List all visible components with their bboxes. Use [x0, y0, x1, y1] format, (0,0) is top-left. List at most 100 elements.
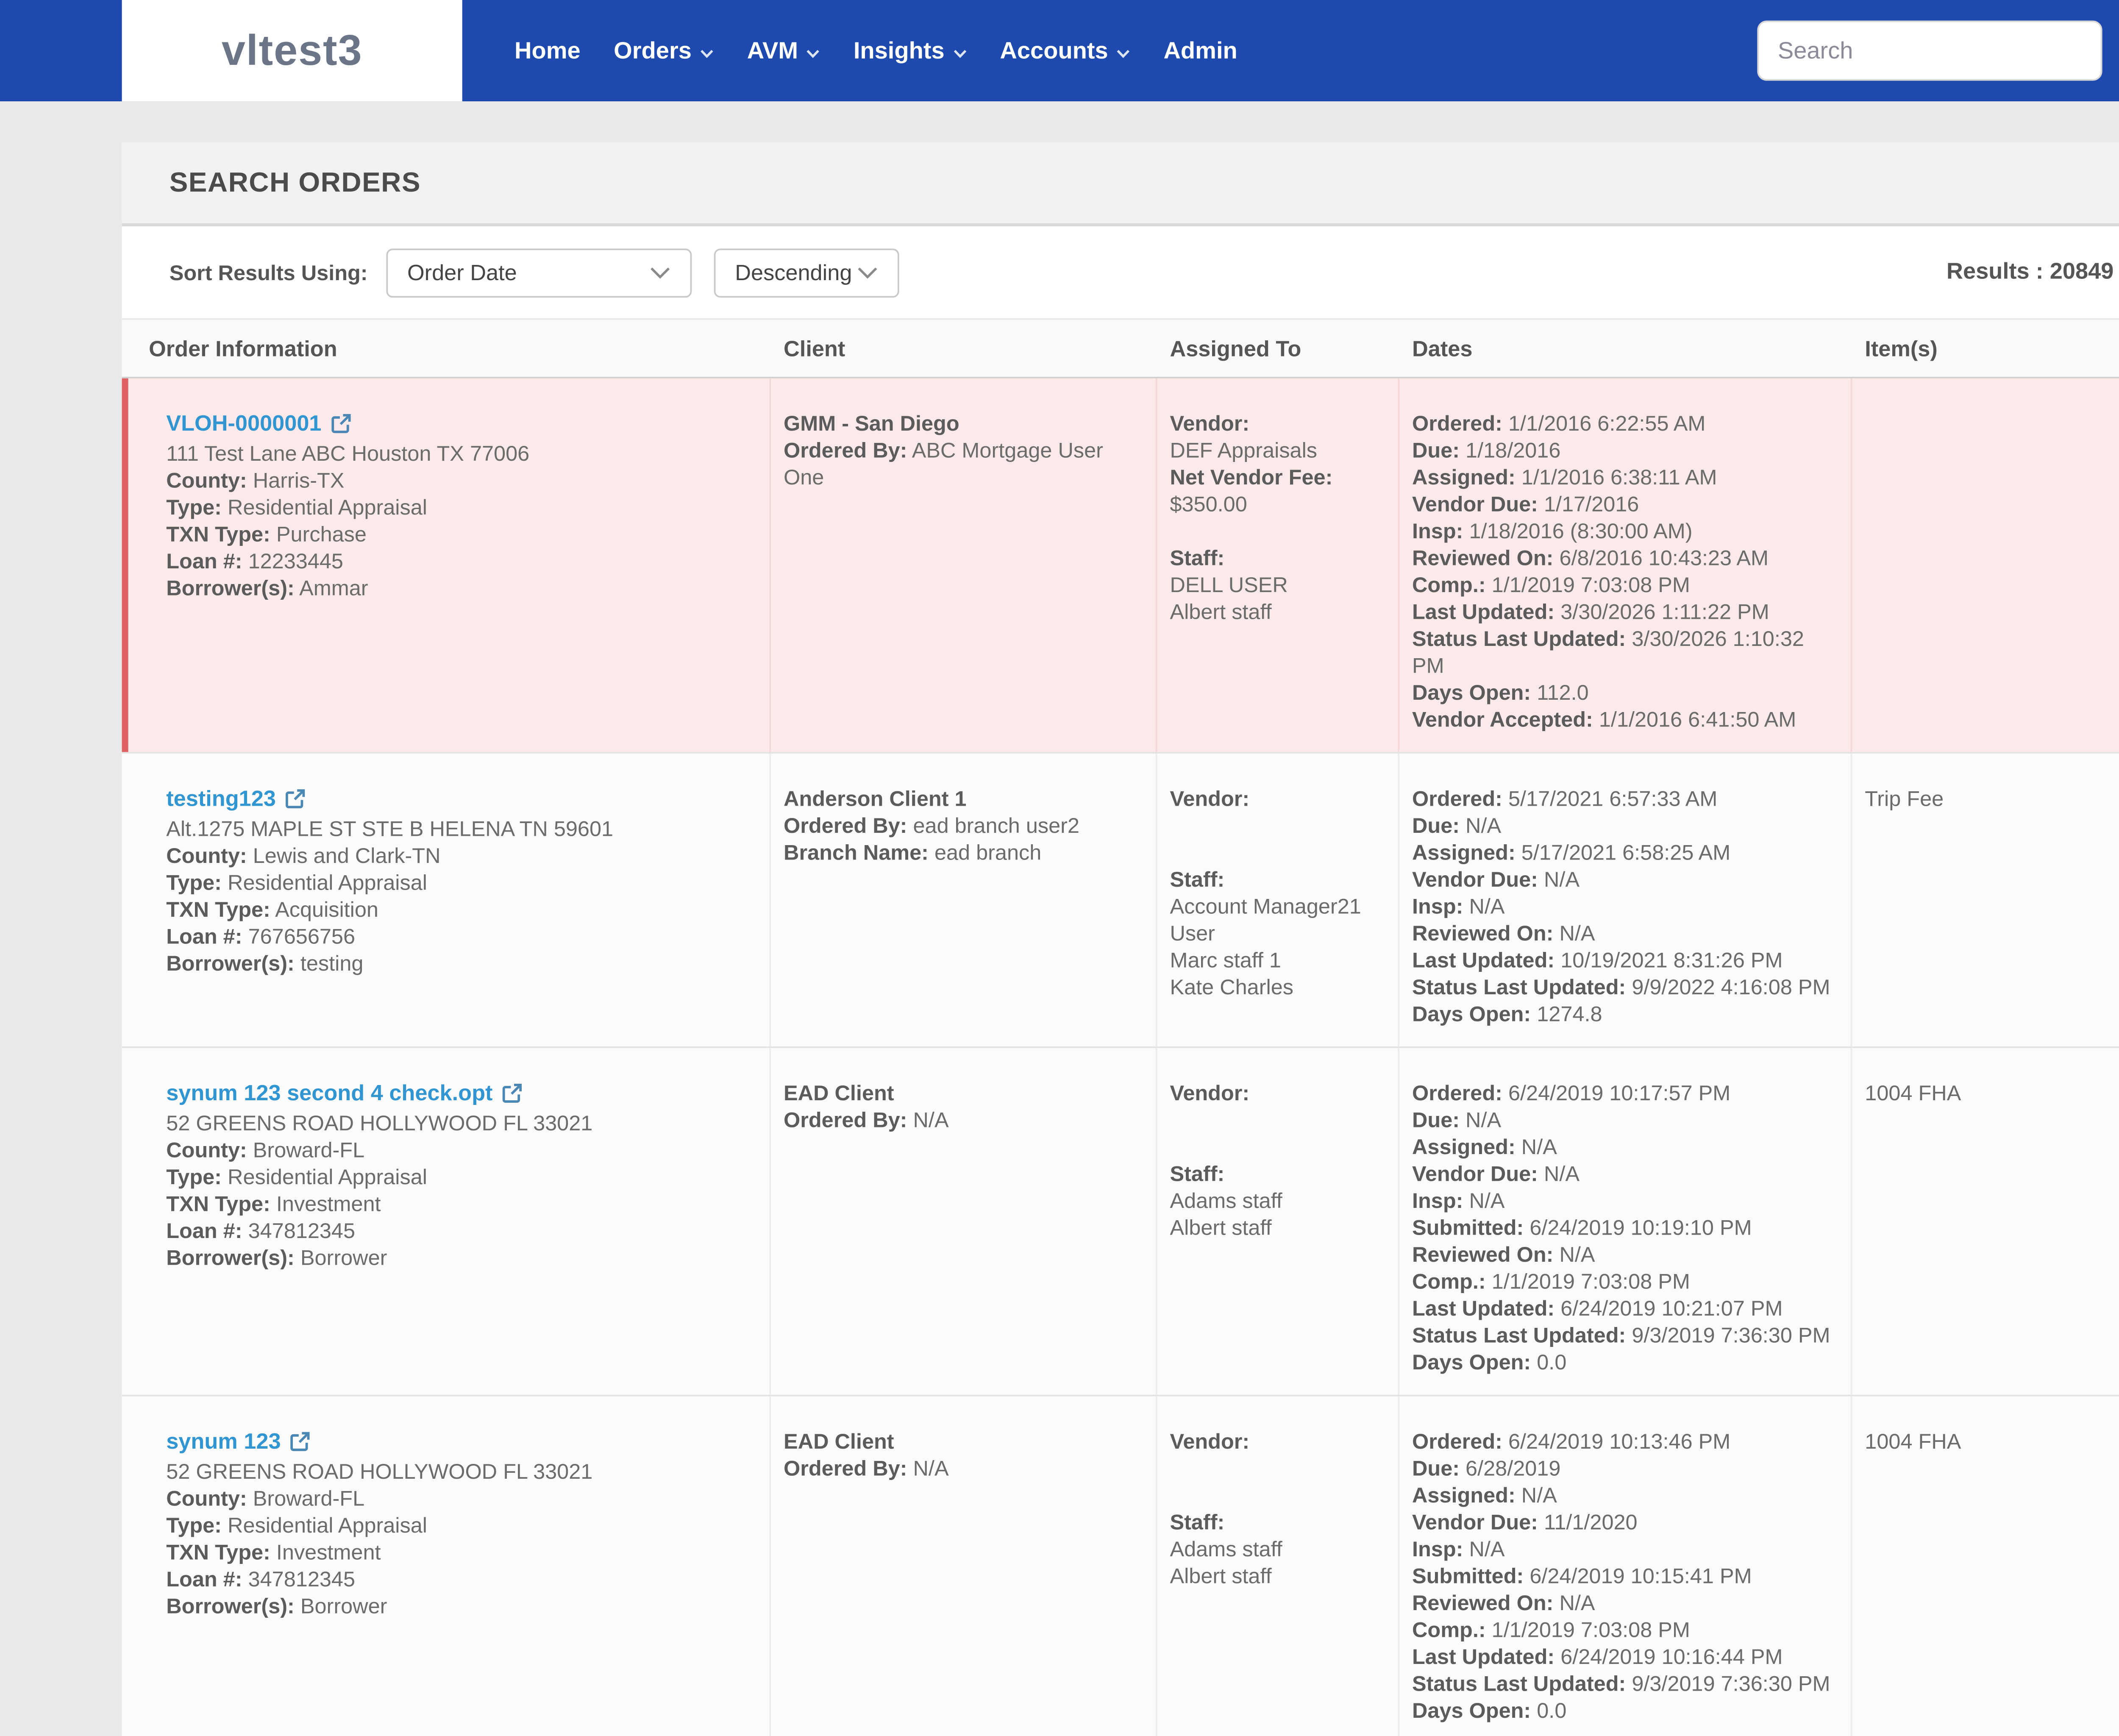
column-header-items: Item(s) [1865, 335, 1938, 361]
nav-item-insights[interactable]: Insights [854, 37, 967, 64]
field-label: Status Last Updated: [1412, 627, 1626, 651]
detail-line: Loan #: 767656756 [166, 924, 356, 949]
external-link-icon[interactable] [285, 788, 306, 815]
sort-controls-row: Sort Results Using: Order Date Descendin… [122, 226, 2119, 318]
external-link-icon[interactable] [290, 1431, 311, 1458]
detail-line: Days Open: 1274.8 [1412, 1002, 1602, 1026]
field-label: County: [166, 468, 247, 492]
nav-item-label: Insights [853, 37, 945, 64]
field-label: Insp: [1412, 519, 1463, 543]
detail-line: TXN Type: Acquisition [166, 897, 378, 922]
detail-line: Last Updated: 6/24/2019 10:21:07 PM [1412, 1296, 1783, 1321]
detail-line: Vendor Due: N/A [1412, 1162, 1580, 1186]
app-logo[interactable]: vltest3 [122, 0, 462, 102]
detail-line: Type: Residential Appraisal [166, 1165, 427, 1189]
field-label: TXN Type: [166, 1192, 270, 1216]
detail-line: Days Open: 112.0 [1412, 681, 1589, 705]
item-value: 1004 FHA [1865, 1081, 1961, 1105]
client-name: GMM - San Diego [784, 412, 959, 436]
nav-item-admin[interactable]: Admin [1163, 37, 1237, 64]
detail-line: Borrower(s): testing [166, 951, 364, 976]
order-row: synum 123 second 4 check.opt 52 GREENS RO… [122, 1048, 2119, 1397]
nav-item-label: Home [514, 37, 581, 64]
detail-line: Adams staff [1170, 1189, 1282, 1213]
order-id-link[interactable]: synum 123 second 4 check.opt [166, 1080, 492, 1105]
detail-line: Borrower(s): Borrower [166, 1594, 387, 1618]
detail-line: Alt.1275 MAPLE ST STE B HELENA TN 59601 [166, 817, 614, 841]
table-header-row: Order Information Client Assigned To Dat… [122, 318, 2119, 378]
detail-line: Vendor: [1170, 1428, 1382, 1455]
detail-line: Type: Residential Appraisal [166, 495, 427, 520]
detail-line: Vendor Accepted: 1/1/2016 6:41:50 AM [1412, 707, 1796, 732]
field-label: Ordered By: [784, 438, 907, 462]
field-label: Ordered By: [784, 1108, 907, 1132]
nav-item-accounts[interactable]: Accounts [1000, 37, 1130, 64]
field-label: County: [166, 1138, 247, 1162]
detail-line: Insp: 1/18/2016 (8:30:00 AM) [1412, 519, 1693, 543]
detail-line: Branch Name: ead branch [784, 840, 1042, 865]
items-cell: Trip Fee [1852, 754, 2119, 1046]
field-label: Days Open: [1412, 1350, 1531, 1374]
order-id-link[interactable]: VLOH-0000001 [166, 410, 321, 435]
chevron-down-icon [952, 37, 967, 64]
field-label: Reviewed On: [1412, 1591, 1554, 1615]
order-id-link[interactable]: testing123 [166, 785, 276, 811]
order-row: VLOH-0000001 111 Test Lane ABC Houston TX… [122, 378, 2119, 754]
column-header-order-information: Order Information [149, 335, 337, 361]
nav-item-label: AVM [747, 37, 798, 64]
detail-line: County: Harris-TX [166, 468, 345, 492]
search-input[interactable] [1757, 20, 2102, 81]
detail-line: Insp: N/A [1412, 1537, 1505, 1561]
detail-line: Staff: [1170, 1160, 1382, 1188]
order-title-line: VLOH-0000001 [166, 410, 750, 440]
nav-item-label: Orders [614, 37, 692, 64]
detail-line: Borrower(s): Borrower [166, 1246, 387, 1270]
detail-line: Comp.: 1/1/2019 7:03:08 PM [1412, 573, 1690, 597]
item-value: Trip Fee [1865, 787, 1944, 811]
dates-cell: Ordered: 1/1/2016 6:22:55 AM Due: 1/18/20… [1399, 378, 1852, 752]
app-logo-text: vltest3 [221, 26, 363, 74]
chevron-down-icon [1116, 37, 1130, 64]
detail-line: Status Last Updated: 3/30/2026 1:10:32 P… [1412, 627, 1804, 678]
sort-direction-select[interactable]: Descending [714, 248, 900, 297]
client-cell: GMM - San Diego Ordered By: ABC Mortgage … [771, 378, 1157, 752]
assigned-to-cell: Vendor: Staff: Account Manager21 User Marc… [1157, 754, 1400, 1047]
detail-line: Reviewed On: N/A [1412, 1243, 1595, 1267]
field-label: Days Open: [1412, 681, 1531, 705]
field-label: Loan #: [166, 1219, 242, 1243]
field-label: Insp: [1412, 1189, 1463, 1213]
nav-item-home[interactable]: Home [514, 37, 581, 64]
field-label: Vendor Due: [1412, 1162, 1538, 1186]
field-label: Staff: [1170, 1510, 1225, 1534]
detail-line: Staff: [1170, 1509, 1382, 1536]
navbar-right: ? [1757, 0, 2119, 101]
nav-item-label: Accounts [1000, 37, 1108, 64]
field-label: Submitted: [1412, 1564, 1524, 1588]
detail-line: Loan #: 12233445 [166, 549, 343, 573]
items-cell [1852, 378, 2119, 752]
sort-field-select[interactable]: Order Date [387, 248, 692, 297]
detail-line: Assigned: N/A [1412, 1483, 1557, 1508]
field-label: Days Open: [1412, 1002, 1531, 1026]
nav-item-orders[interactable]: Orders [614, 37, 714, 64]
external-link-icon[interactable] [502, 1083, 523, 1110]
detail-line: Due: N/A [1412, 813, 1502, 838]
search-orders-page: vltest3 Home Orders AVM Insights Accounts Adm… [0, 0, 2119, 1736]
chevron-down-icon [806, 37, 820, 64]
external-link-icon[interactable] [331, 413, 352, 440]
detail-line: County: Broward-FL [166, 1486, 365, 1511]
field-label: Last Updated: [1412, 1296, 1555, 1321]
field-label: Ordered By: [784, 813, 907, 838]
nav-item-avm[interactable]: AVM [747, 37, 820, 64]
field-label: Days Open: [1412, 1699, 1531, 1723]
detail-line: Albert staff [1170, 1216, 1272, 1240]
field-label: Staff: [1170, 867, 1225, 892]
detail-line: Reviewed On: 6/8/2016 10:43:23 AM [1412, 546, 1769, 570]
field-label: Due: [1412, 813, 1460, 838]
order-id-link[interactable]: synum 123 [166, 1428, 281, 1453]
detail-line: Due: 6/28/2019 [1412, 1456, 1561, 1480]
detail-line: Last Updated: 3/30/2026 1:11:22 PM [1412, 600, 1769, 624]
